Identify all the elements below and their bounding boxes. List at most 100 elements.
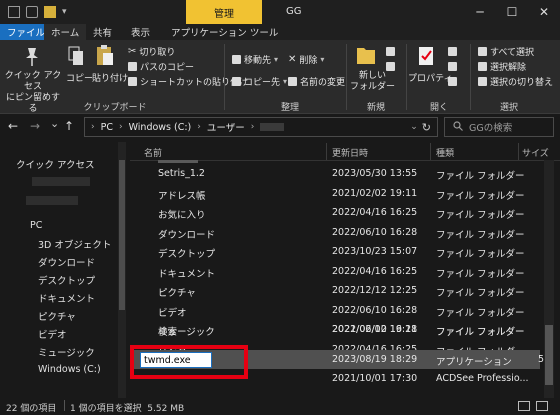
nav-scroll-thumb[interactable] [119,160,125,310]
invert-selection-button[interactable]: 選択の切り替え [478,75,553,88]
new-group-label: 新規 [366,103,385,113]
tab-home[interactable]: ホーム [44,24,87,40]
delete-icon: ✕ [288,54,297,65]
column-type[interactable]: 種類 [436,146,454,159]
search-box[interactable]: GGの検索 [444,117,554,137]
group-divider [224,44,225,110]
select-none-button[interactable]: 選択解除 [478,60,526,73]
column-divider[interactable] [430,143,431,160]
close-button[interactable]: ✕ [528,0,560,24]
back-button[interactable]: ← [8,119,18,133]
copy-path-button[interactable]: パスのコピー [128,60,194,73]
move-to-icon [232,55,241,64]
chevron-down-icon: ▾ [274,55,279,64]
manage-tab[interactable]: 管理 [186,0,262,24]
file-type: ファイル フォルダー [436,327,525,338]
properties-qat-icon[interactable] [26,6,38,18]
file-date: 2023/05/30 13:55 [332,168,418,179]
tab-view[interactable]: 表示 [124,24,157,40]
move-to-label: 移動先 [244,56,272,66]
delete-button[interactable]: ✕ 削除 ▾ [288,53,324,66]
file-date: 2022/12/12 12:25 [332,285,418,296]
file-type: ACDSee Professio... [436,373,529,384]
details-view-icon[interactable] [518,401,530,411]
nav-pc[interactable]: PC [0,216,118,235]
qat-dropdown-icon[interactable]: ▾ [62,7,67,17]
file-list-scroll-thumb[interactable] [545,325,553,385]
column-divider[interactable] [518,143,519,160]
pin-icon [22,46,42,68]
table-row[interactable]: お気に入り 2022/04/16 16:25 ファイル フォルダー [130,203,540,223]
open-icon[interactable] [448,47,457,56]
table-row[interactable]: ドキュメント 2022/04/16 16:25 ファイル フォルダー [130,262,540,282]
chevron-down-icon: ▾ [320,55,325,64]
paste-shortcut-button[interactable]: ショートカットの貼り付け [128,75,248,88]
copy-button[interactable]: コピー [66,71,93,84]
minimize-button[interactable]: ─ [464,0,496,24]
new-item-icon[interactable] [386,47,395,56]
table-row[interactable]: アドレス帳 2021/02/02 19:11 ファイル フォルダー [130,184,540,204]
file-type: ファイル フォルダー [436,249,525,260]
paste-button[interactable]: 貼り付け [92,71,128,84]
large-icons-view-icon[interactable] [536,401,548,411]
nav-downloads[interactable]: ダウンロード [0,252,118,271]
column-size[interactable]: サイズ [522,146,549,159]
new-folder-qat-icon[interactable] [44,6,56,18]
nav-3d-objects[interactable]: 3D オブジェクト [0,234,118,253]
recent-locations-button[interactable]: ⌄ [50,117,59,130]
address-bar[interactable]: › PC › Windows (C:) › ユーザー › ⌄ ↻ [84,117,438,137]
nav-videos[interactable]: ビデオ [0,324,118,343]
copy-to-icon [232,77,241,86]
breadcrumb-drive[interactable]: Windows (C:) [129,122,192,133]
nav-drive-c-label: Windows (C:) [38,364,101,375]
properties-icon [418,45,436,67]
new-folder-button[interactable]: 新しい フォルダー [350,71,395,93]
nav-pictures[interactable]: ピクチャ [0,306,118,325]
nav-drive-c[interactable]: Windows (C:) [0,360,118,379]
breadcrumb-separator-icon: › [250,122,255,132]
file-name: ピクチャ [158,288,196,299]
table-row[interactable]: ビデオ 2022/06/10 16:28 ファイル フォルダー [130,301,540,321]
table-row[interactable]: ダウンロード 2022/06/10 16:28 ファイル フォルダー [130,223,540,243]
nav-desktop[interactable]: デスクトップ [0,270,118,289]
nav-quick-access[interactable]: クイック アクセス [0,154,118,173]
breadcrumb-users[interactable]: ユーザー [207,120,245,134]
table-row[interactable]: ピクチャ 2022/12/12 12:25 ファイル フォルダー [130,281,540,301]
nav-music[interactable]: ミュージック [0,342,118,361]
tab-share[interactable]: 共有 [86,24,119,40]
file-date: 2021/02/02 19:11 [332,324,418,335]
address-dropdown-icon[interactable]: ⌄ [410,122,418,132]
copy-to-button[interactable]: コピー先 ▾ [232,75,287,88]
edit-icon[interactable] [448,62,457,71]
pin-quick-access-button[interactable]: クイック アクセス にピン留めする [4,71,62,115]
select-all-button[interactable]: すべて選択 [478,45,534,58]
tab-app-tools[interactable]: アプリケーション ツール [164,24,285,40]
nav-music-label: ミュージック [38,347,95,359]
forward-button[interactable]: → [30,119,40,133]
maximize-button[interactable]: ☐ [496,0,528,24]
table-row[interactable]: デスクトップ 2023/10/23 15:07 ファイル フォルダー [130,242,540,262]
table-row[interactable]: Setris_1.2 2023/05/30 13:55 ファイル フォルダー [130,164,540,184]
breadcrumb-pc[interactable]: PC [101,122,113,133]
up-button[interactable]: ↑ [64,119,74,133]
scissors-icon: ✂ [128,46,137,57]
highlight-annotation [130,345,248,379]
history-icon[interactable] [448,77,457,86]
move-to-button[interactable]: 移動先 ▾ [232,53,278,66]
paste-icon [96,44,114,66]
organize-group-label: 整理 [280,103,299,113]
file-type: アプリケーション [436,357,512,368]
column-date[interactable]: 更新日時 [332,146,368,159]
nav-documents[interactable]: ドキュメント [0,288,118,307]
table-row[interactable]: 検索 2021/02/02 19:11 ファイル フォルダー [130,320,540,340]
refresh-button[interactable]: ↻ [422,121,431,134]
column-name[interactable]: 名前 [144,146,162,159]
column-divider[interactable] [326,143,327,160]
easy-access-icon[interactable] [386,62,395,71]
nav-desktop-label: デスクトップ [38,275,96,287]
properties-button[interactable]: プロパティ [408,71,452,84]
select-none-icon [478,62,487,71]
chevron-down-icon: ▾ [283,77,288,86]
cut-button[interactable]: ✂ 切り取り [128,45,175,58]
rename-button[interactable]: 名前の変更 [288,75,345,88]
